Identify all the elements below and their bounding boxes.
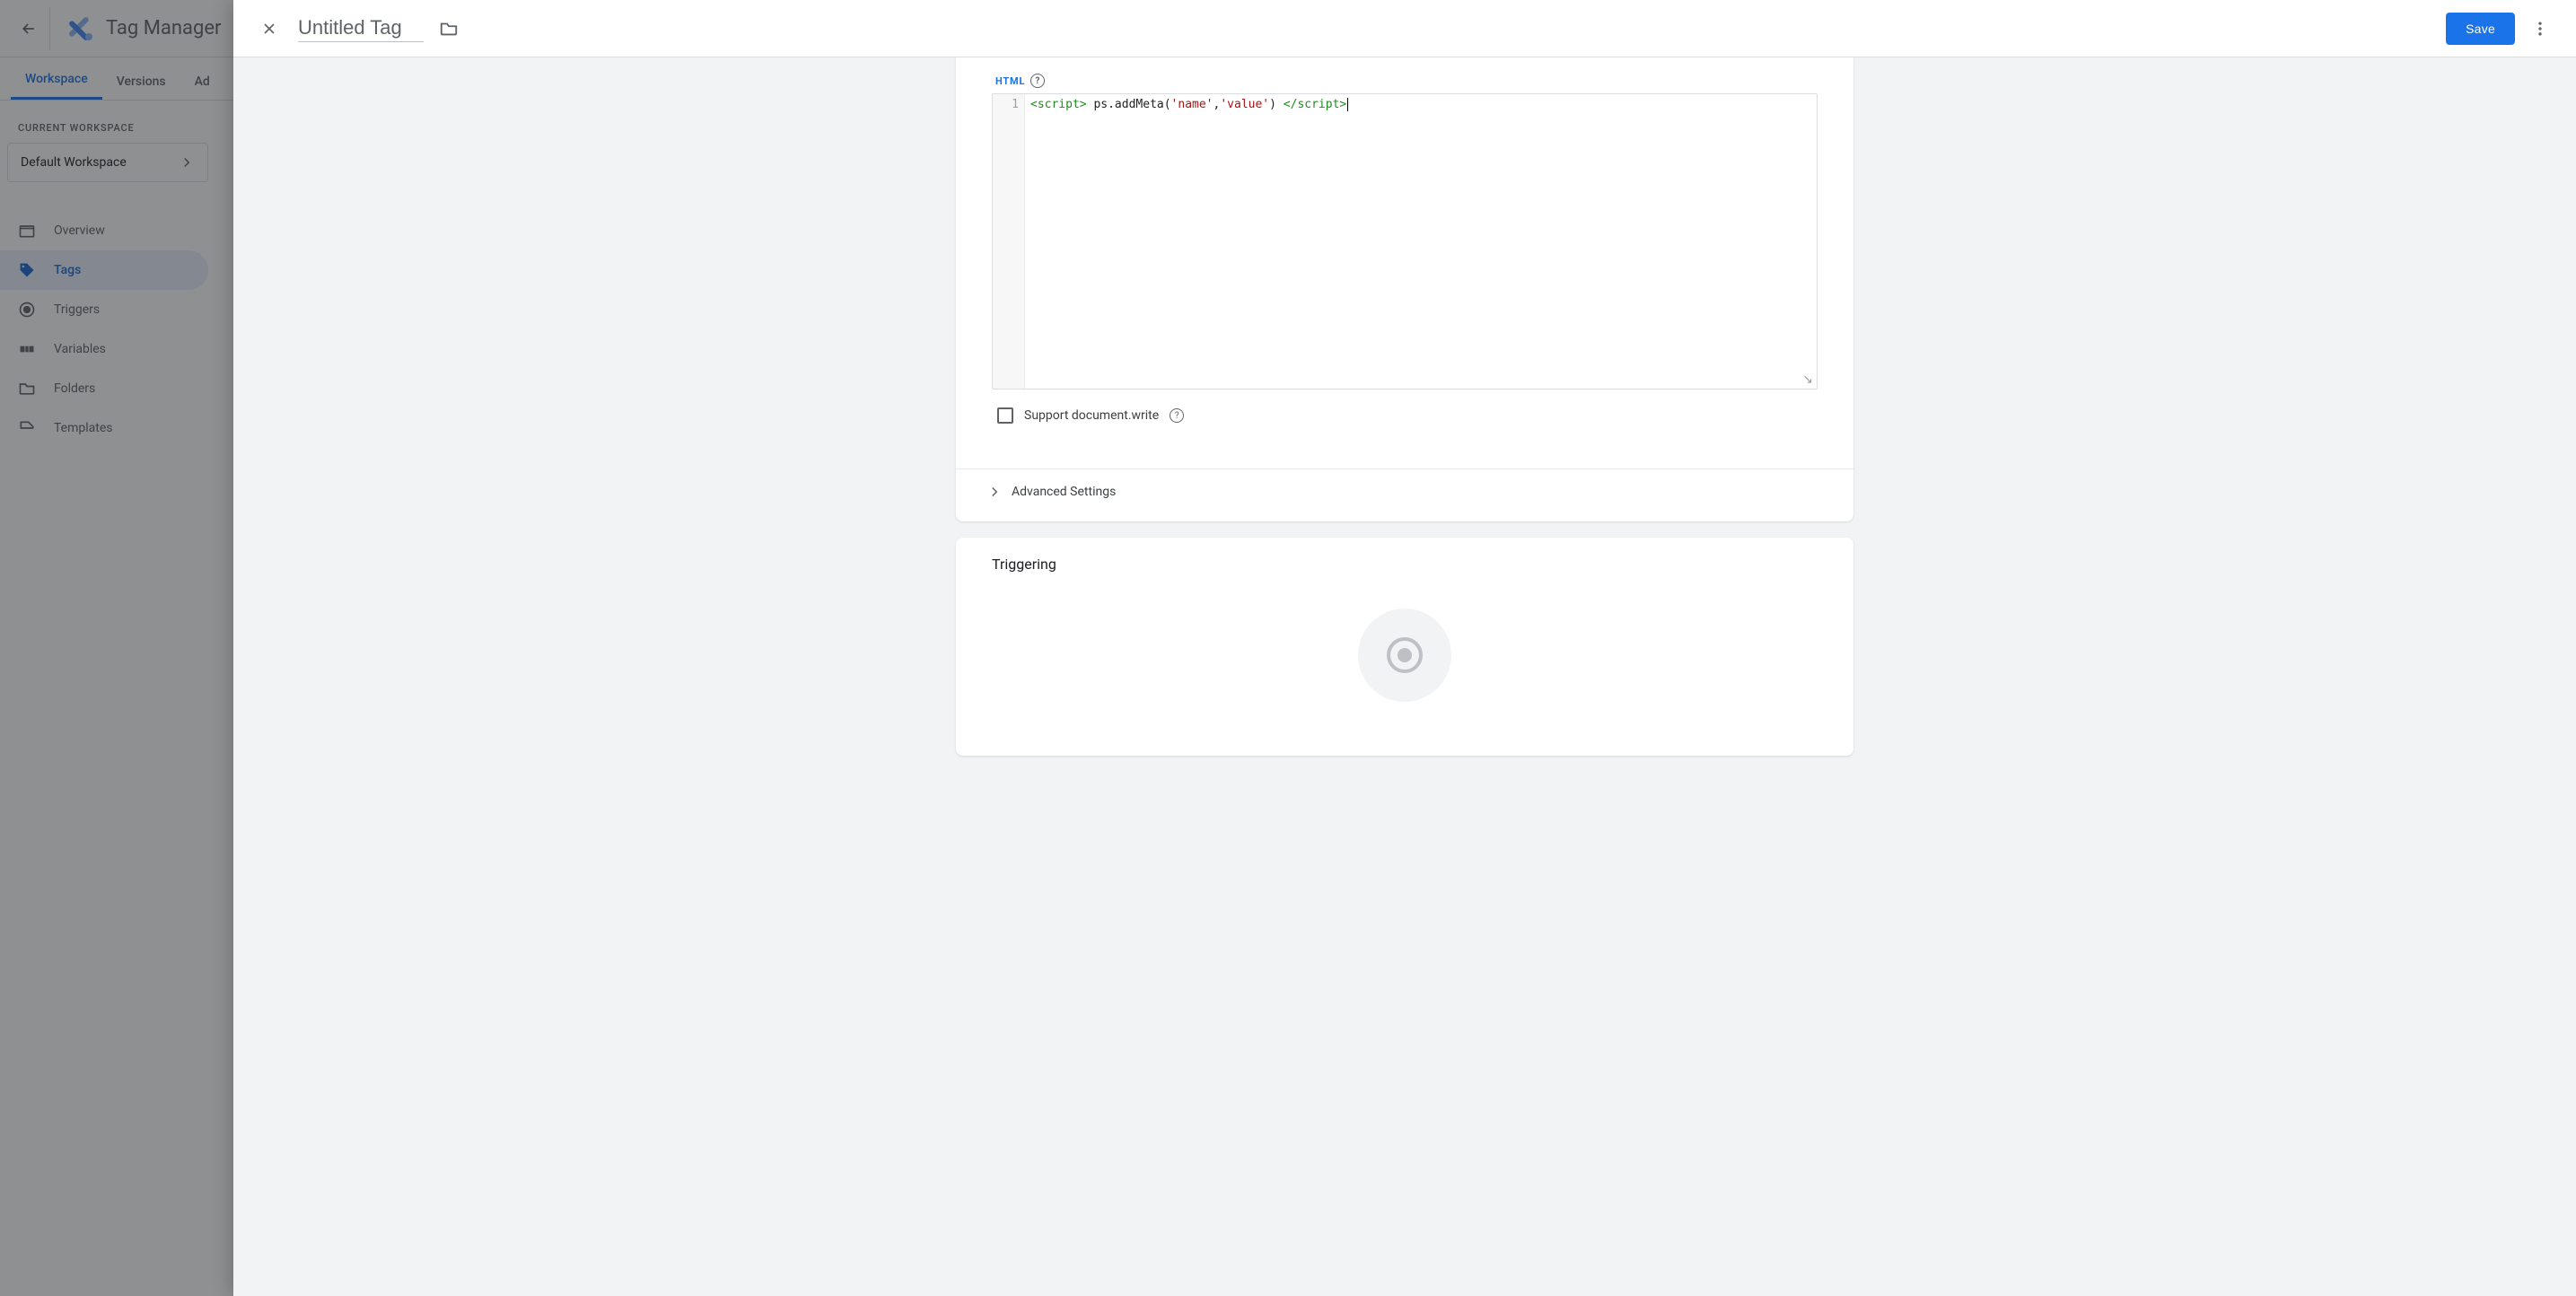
kebab-menu-icon — [2531, 20, 2549, 38]
tag-configuration-card: HTML ? 1 <script> ps.addMeta('name','val… — [956, 57, 1853, 521]
code-token-open: <script> — [1030, 98, 1087, 111]
html-code-editor[interactable]: 1 <script> ps.addMeta('name','value') </… — [992, 93, 1818, 390]
code-gutter: 1 — [993, 94, 1025, 389]
code-token-callend: ) — [1269, 98, 1276, 111]
support-document-write-label: Support document.write — [1024, 408, 1159, 423]
advanced-settings-label: Advanced Settings — [1012, 485, 1116, 499]
html-field-label: HTML ? — [992, 65, 1048, 93]
advanced-settings-toggle[interactable]: Advanced Settings — [956, 469, 1853, 521]
chevron-right-icon — [986, 484, 1003, 500]
help-icon[interactable]: ? — [1030, 74, 1045, 88]
triggering-placeholder-circle — [1358, 609, 1451, 702]
help-icon[interactable]: ? — [1170, 408, 1184, 423]
support-document-write-row: Support document.write ? — [997, 407, 1812, 424]
close-button[interactable] — [251, 11, 287, 47]
select-destination-folder-button[interactable] — [431, 11, 467, 47]
panel-header: Save — [233, 0, 2576, 57]
line-number: 1 — [993, 98, 1019, 111]
support-document-write-checkbox[interactable] — [997, 407, 1013, 424]
triggering-title: Triggering — [992, 556, 1818, 573]
save-button[interactable]: Save — [2446, 13, 2515, 45]
code-token-close: </script> — [1276, 98, 1346, 111]
text-cursor — [1347, 98, 1348, 111]
html-label-text: HTML — [995, 75, 1025, 87]
triggering-card[interactable]: Triggering — [956, 538, 1853, 756]
resize-handle[interactable]: ↘ — [1802, 372, 1813, 387]
tag-editor-panel: Save HTML ? 1 <script> ps.addMeta('name'… — [233, 0, 2576, 1296]
code-content[interactable]: <script> ps.addMeta('name','value') </sc… — [1025, 94, 1817, 389]
code-token-call: ps.addMeta( — [1087, 98, 1171, 111]
panel-body: HTML ? 1 <script> ps.addMeta('name','val… — [233, 57, 2576, 1296]
code-token-arg1: 'name' — [1171, 98, 1214, 111]
more-actions-button[interactable] — [2522, 11, 2558, 47]
folder-outline-icon — [439, 19, 459, 39]
trigger-icon — [1383, 634, 1426, 677]
triggering-empty-state — [992, 573, 1818, 702]
close-icon — [260, 20, 278, 38]
tag-title-input[interactable] — [298, 14, 424, 42]
code-token-arg2: 'value' — [1220, 98, 1269, 111]
